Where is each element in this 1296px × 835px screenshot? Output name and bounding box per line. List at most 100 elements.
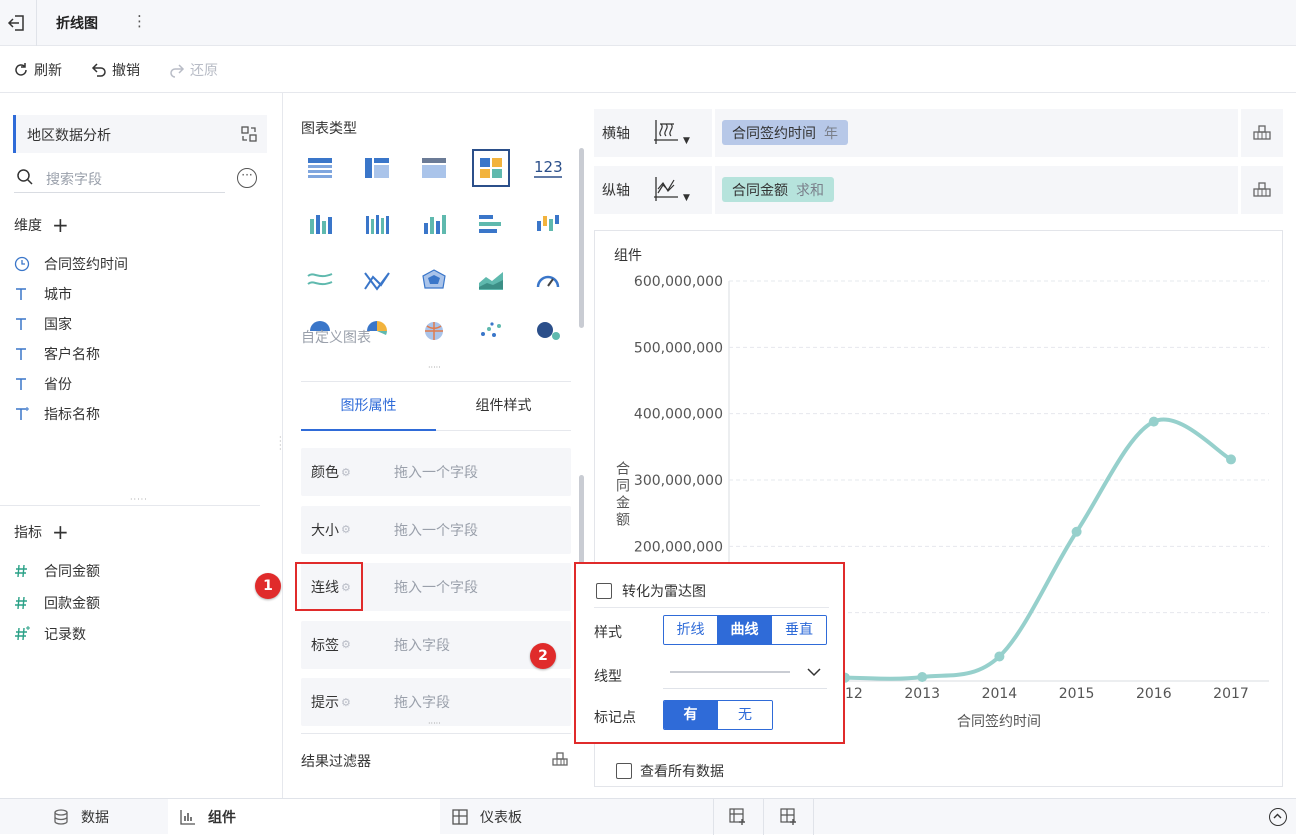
x-tick-label: 2016: [1136, 686, 1172, 702]
filter-icon[interactable]: [551, 750, 569, 768]
drop-field-placeholder[interactable]: 拖入字段: [394, 635, 450, 655]
step-badge-1: 1: [255, 573, 281, 599]
stacked-bar-icon[interactable]: [358, 205, 396, 243]
x-field-pill[interactable]: 合同签约时间 年: [722, 120, 848, 145]
style-option-step[interactable]: 垂直: [772, 616, 826, 644]
drop-field-placeholder[interactable]: 拖入一个字段: [394, 520, 478, 540]
dimension-field[interactable]: 客户名称: [14, 344, 100, 364]
custom-chart-label[interactable]: 自定义图表: [301, 327, 371, 347]
prop-label-text: 颜色: [311, 465, 339, 481]
dimension-field[interactable]: 省份: [14, 374, 72, 394]
data-point: [1071, 526, 1082, 537]
column-chart-icon[interactable]: [415, 205, 453, 243]
drop-field-placeholder[interactable]: 拖入一个字段: [394, 577, 478, 597]
resize-handle[interactable]: ·····: [130, 495, 148, 504]
custom-layout-icon[interactable]: [472, 149, 510, 187]
add-dimension-icon[interactable]: +: [52, 215, 69, 235]
measure-field[interactable]: 合同金额: [14, 561, 100, 581]
detail-table-icon[interactable]: [415, 149, 453, 187]
dimension-field-label: 省份: [44, 377, 72, 393]
tab-dashboard[interactable]: 仪表板: [452, 799, 522, 835]
collapse-icon[interactable]: [1269, 808, 1287, 826]
kpi-number-icon[interactable]: 123: [529, 149, 567, 187]
tab-dashboard-label: 仪表板: [480, 810, 522, 826]
add-component-icon[interactable]: [729, 808, 747, 826]
scrollbar[interactable]: [579, 148, 584, 328]
prop-row[interactable]: 颜色 ⚙ 拖入一个字段: [301, 448, 571, 496]
dimension-field[interactable]: 指标名称: [14, 404, 100, 424]
tab-title[interactable]: 折线图: [56, 13, 98, 33]
measure-field[interactable]: 回款金额: [14, 593, 100, 613]
x-axis-type-icon[interactable]: ▼: [652, 118, 690, 146]
refresh-button[interactable]: 刷新: [12, 60, 62, 80]
tab-component[interactable]: 组件: [168, 799, 440, 835]
more-options-icon[interactable]: ···: [237, 168, 257, 188]
y-field-pill[interactable]: 合同金额 求和: [722, 177, 834, 202]
drop-field-placeholder[interactable]: 拖入字段: [394, 692, 450, 712]
search-input[interactable]: 搜索字段: [46, 169, 102, 189]
y-axis-type-icon[interactable]: ▼: [652, 175, 690, 203]
horizontal-bar-icon[interactable]: [472, 205, 510, 243]
style-option-curve[interactable]: 曲线: [718, 616, 772, 644]
resize-handle[interactable]: ·····: [428, 719, 441, 728]
bubble-chart-icon[interactable]: [529, 317, 567, 343]
line-cross-icon[interactable]: [358, 261, 396, 299]
view-all-checkbox[interactable]: [616, 763, 632, 779]
dashboard-icon: [452, 809, 468, 825]
scatter-chart-icon[interactable]: [472, 317, 510, 343]
x-axis-settings-icon[interactable]: [1252, 123, 1272, 143]
gear-icon[interactable]: ⚙: [341, 523, 351, 536]
y-field-name: 合同金额: [732, 182, 788, 199]
linetype-select[interactable]: [663, 659, 827, 689]
gear-icon[interactable]: ⚙: [341, 696, 351, 709]
undo-button[interactable]: 撤销: [90, 60, 140, 80]
line-wave-icon[interactable]: [301, 261, 339, 299]
radar-option[interactable]: 转化为雷达图: [596, 581, 706, 601]
area-chart-icon[interactable]: [472, 261, 510, 299]
table-chart-icon[interactable]: [301, 149, 339, 187]
drop-field-placeholder[interactable]: 拖入一个字段: [394, 462, 478, 482]
marker-option-yes[interactable]: 有: [664, 701, 718, 729]
map-chart-icon[interactable]: [415, 317, 453, 343]
radar-chart-icon[interactable]: [415, 261, 453, 299]
divider: [594, 607, 829, 608]
range-bar-icon[interactable]: [529, 205, 567, 243]
exit-icon[interactable]: [6, 12, 28, 34]
grouped-bar-icon[interactable]: [301, 205, 339, 243]
search-field[interactable]: 搜索字段: [14, 165, 225, 193]
more-icon[interactable]: ⋮: [132, 12, 147, 30]
dimension-field[interactable]: 国家: [14, 314, 72, 334]
measure-field[interactable]: 记录数: [14, 624, 86, 644]
clock-icon: [14, 256, 32, 272]
y-tick-label: 200,000,000: [634, 539, 723, 555]
divider: [1238, 166, 1241, 214]
gear-icon[interactable]: ⚙: [341, 466, 351, 479]
tab-component-style[interactable]: 组件样式: [436, 383, 571, 431]
gauge-chart-icon[interactable]: [529, 261, 567, 299]
cross-table-icon[interactable]: [358, 149, 396, 187]
switch-dataset-icon[interactable]: [240, 125, 258, 143]
tab-graph-properties[interactable]: 图形属性: [301, 383, 436, 431]
marker-segmented: 有 无: [663, 700, 773, 730]
measures-title: 指标: [14, 525, 42, 541]
resize-handle[interactable]: ·····: [428, 363, 441, 372]
y-axis-label: 纵轴: [602, 183, 630, 199]
radar-checkbox[interactable]: [596, 583, 612, 599]
add-dashboard-icon[interactable]: [780, 808, 798, 826]
style-option-polyline[interactable]: 折线: [664, 616, 718, 644]
view-all-data[interactable]: 查看所有数据: [616, 761, 724, 781]
redo-button[interactable]: 还原: [168, 60, 218, 80]
y-axis-settings-icon[interactable]: [1252, 180, 1272, 200]
dataset-selector[interactable]: 地区数据分析: [13, 115, 267, 153]
add-measure-icon[interactable]: +: [52, 522, 69, 542]
dimension-field[interactable]: 城市: [14, 284, 72, 304]
top-bar: 折线图 ⋮: [0, 0, 1296, 46]
prop-label: 大小 ⚙: [311, 520, 351, 540]
prop-row[interactable]: 大小 ⚙ 拖入一个字段: [301, 505, 571, 554]
linetype-label: 线型: [594, 669, 622, 685]
series-line: [843, 417, 1233, 681]
dimension-field[interactable]: 合同签约时间: [14, 254, 128, 274]
gear-icon[interactable]: ⚙: [341, 638, 351, 651]
marker-option-no[interactable]: 无: [718, 701, 772, 729]
tab-data[interactable]: 数据: [53, 799, 109, 835]
